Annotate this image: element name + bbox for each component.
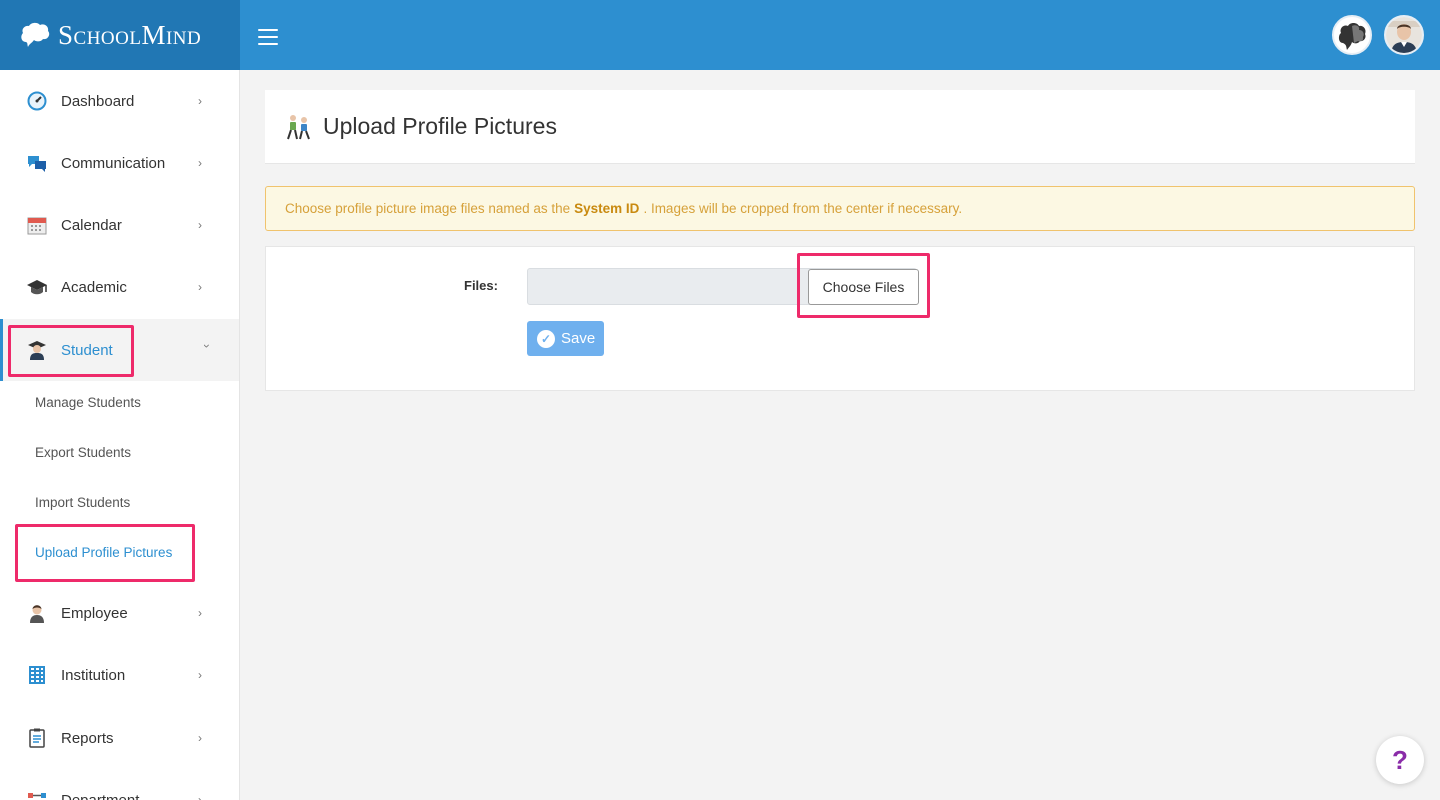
chevron-right-icon: ›	[198, 731, 202, 745]
student-icon	[26, 339, 48, 361]
sidebar-item-student[interactable]: Student ›	[0, 319, 239, 381]
brand-logo[interactable]: SchoolMind	[0, 0, 240, 70]
sidebar-item-label: Dashboard	[61, 92, 135, 110]
chevron-right-icon: ›	[198, 668, 202, 682]
upload-form: Files: Choose Files ✓ Save	[265, 246, 1415, 391]
employee-icon	[26, 602, 48, 624]
sidebar: Dashboard › Communication › Calendar › A…	[0, 70, 240, 800]
chevron-right-icon: ›	[198, 156, 202, 170]
sidebar-item-label: Reports	[61, 729, 114, 747]
check-circle-icon: ✓	[537, 329, 555, 348]
chevron-right-icon: ›	[198, 218, 202, 232]
graduation-cap-icon	[26, 276, 48, 298]
chevron-right-icon: ›	[198, 94, 202, 108]
sidebar-item-reports[interactable]: Reports ›	[0, 707, 239, 769]
brain-logo-icon	[1338, 23, 1366, 50]
chat-bubbles-icon	[26, 152, 48, 174]
alert-text-before: Choose profile picture image files named…	[285, 201, 571, 216]
page-title: Upload Profile Pictures	[323, 113, 557, 139]
org-avatar[interactable]	[1332, 15, 1372, 55]
alert-text-after: . Images will be cropped from the center…	[643, 201, 963, 216]
choose-files-button[interactable]: Choose Files	[808, 269, 919, 305]
sidebar-item-label: Student	[61, 341, 113, 359]
calendar-icon	[26, 214, 48, 236]
alert-text-bold: System ID	[574, 201, 640, 216]
chevron-right-icon: ›	[198, 280, 202, 294]
sidebar-item-label: Employee	[61, 604, 128, 622]
submenu-manage-students[interactable]: Manage Students	[35, 395, 141, 410]
sidebar-item-label: Calendar	[61, 216, 122, 234]
top-bar: SchoolMind	[0, 0, 1440, 70]
submenu-import-students[interactable]: Import Students	[35, 495, 130, 510]
sidebar-item-employee[interactable]: Employee ›	[0, 582, 239, 644]
building-icon	[26, 664, 48, 686]
page-header: Upload Profile Pictures	[265, 90, 1415, 164]
chevron-right-icon: ›	[198, 606, 202, 620]
files-label: Files:	[464, 278, 498, 293]
help-button[interactable]: ?	[1376, 736, 1424, 784]
menu-toggle-icon[interactable]	[258, 29, 278, 45]
sidebar-item-dashboard[interactable]: Dashboard ›	[0, 70, 239, 132]
brain-icon	[21, 22, 50, 47]
brand-name: SchoolMind	[58, 19, 202, 50]
user-photo-icon	[1386, 17, 1422, 53]
dashboard-gauge-icon	[26, 90, 48, 112]
chevron-down-icon: ›	[200, 344, 214, 348]
sidebar-item-label: Institution	[61, 666, 126, 684]
clipboard-icon	[26, 727, 48, 749]
submenu-upload-profile-pictures[interactable]: Upload Profile Pictures	[35, 545, 172, 560]
user-avatar[interactable]	[1384, 15, 1424, 55]
department-icon	[26, 789, 48, 800]
sidebar-item-label: Communication	[61, 154, 166, 172]
save-button[interactable]: ✓ Save	[527, 321, 604, 356]
save-button-label: Save	[561, 330, 596, 347]
sidebar-item-communication[interactable]: Communication ›	[0, 132, 239, 194]
students-walking-icon	[287, 114, 310, 139]
sidebar-item-institution[interactable]: Institution ›	[0, 644, 239, 706]
sidebar-item-label: Academic	[61, 278, 127, 296]
sidebar-item-department[interactable]: Department ›	[0, 769, 239, 800]
submenu-export-students[interactable]: Export Students	[35, 445, 131, 460]
sidebar-item-label: Department	[61, 791, 140, 800]
info-alert: Choose profile picture image files named…	[265, 186, 1415, 231]
sidebar-item-academic[interactable]: Academic ›	[0, 256, 239, 318]
sidebar-item-calendar[interactable]: Calendar ›	[0, 194, 239, 256]
chevron-right-icon: ›	[198, 793, 202, 800]
